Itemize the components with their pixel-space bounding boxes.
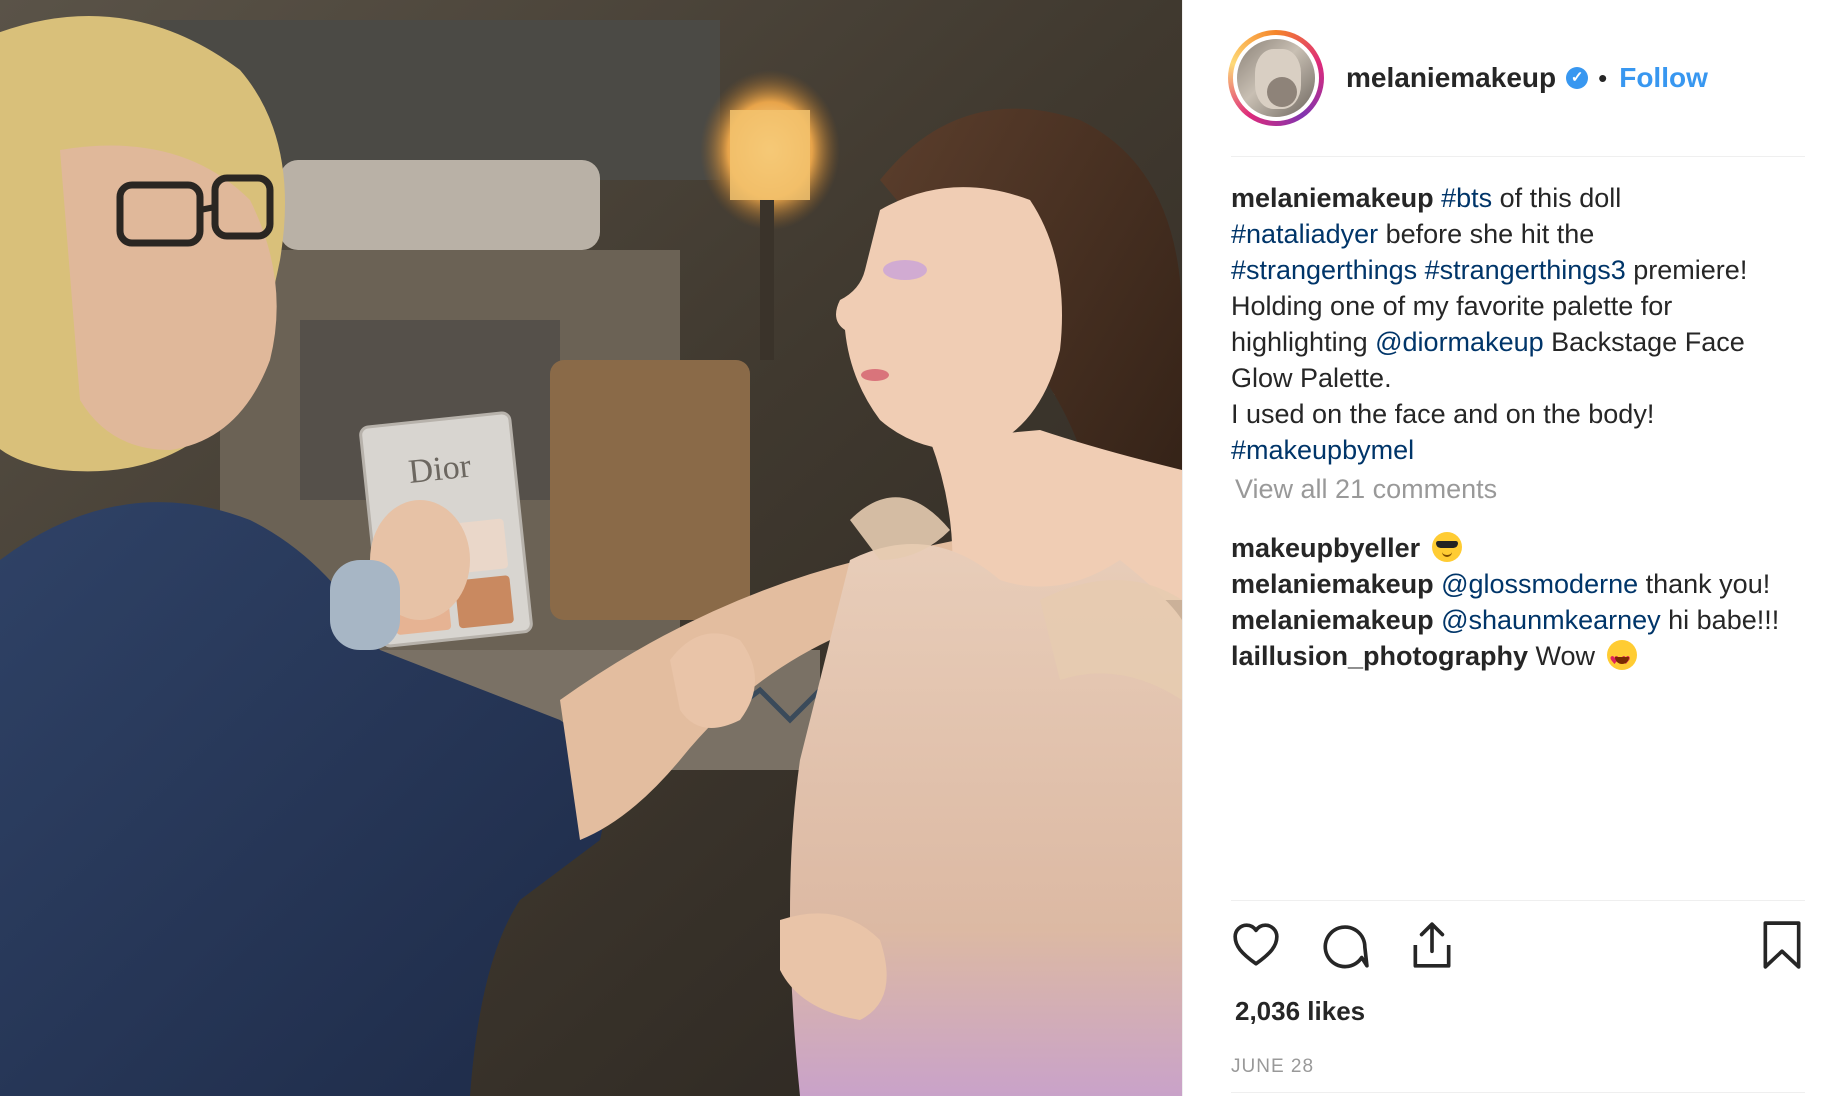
separator-dot: • (1598, 62, 1608, 93)
avatar-shape (1267, 77, 1297, 107)
caption-text: of this doll (1492, 183, 1622, 213)
comment-username-link[interactable]: makeupbyeller (1231, 533, 1420, 563)
heart-eyes-emoji-icon (1606, 640, 1637, 679)
post-photo[interactable]: Dior (0, 0, 1182, 1096)
post-side-panel: melaniemakeup ✓ • Follow melaniemakeup #… (1182, 0, 1848, 1096)
comment-text: thank you! (1638, 569, 1771, 599)
avatar-story-ring[interactable] (1228, 30, 1324, 126)
bottom-divider (1231, 1092, 1805, 1093)
header-username-link[interactable]: melaniemakeup (1346, 62, 1556, 94)
palette-brand-text: Dior (407, 448, 474, 491)
caption-tag-link[interactable]: #strangerthings3 (1425, 255, 1626, 285)
sunglasses-emoji-icon (1431, 532, 1462, 562)
post-date[interactable]: JUNE 28 (1231, 1056, 1314, 1078)
caption-text: I used on the face and on the body! (1231, 399, 1655, 429)
comment-username-link[interactable]: melaniemakeup (1231, 569, 1434, 599)
comments-list: makeupbyeller melaniemakeup @glossmodern… (1231, 530, 1811, 679)
follow-button[interactable]: Follow (1619, 62, 1708, 94)
comment-username-link[interactable]: melaniemakeup (1231, 605, 1434, 635)
caption-tag-link[interactable]: #bts (1441, 183, 1492, 213)
caption-text: premiere! (1625, 255, 1748, 285)
view-all-comments-link[interactable]: View all 21 comments (1235, 474, 1497, 505)
likes-count[interactable]: 2,036 likes (1235, 996, 1365, 1027)
comment: makeupbyeller (1231, 530, 1811, 566)
caption: melaniemakeup #bts of this doll #natalia… (1231, 180, 1811, 468)
instagram-post: Dior melaniemakeup ✓ • Follow melaniemak… (0, 0, 1848, 1096)
post-header: melaniemakeup ✓ • Follow (1228, 28, 1808, 128)
photo-illustration: Dior (0, 0, 1182, 1096)
comment-bubble-icon[interactable] (1319, 920, 1369, 970)
bookmark-icon[interactable] (1757, 920, 1807, 970)
comment-text: Wow (1528, 641, 1596, 671)
comment-mention-link[interactable]: @glossmoderne (1441, 569, 1638, 599)
avatar[interactable] (1233, 35, 1319, 121)
actions-divider (1231, 900, 1805, 901)
caption-text (1417, 255, 1425, 285)
caption-tag-link[interactable]: #makeupbymel (1231, 435, 1414, 465)
heart-icon[interactable] (1231, 920, 1281, 970)
comment-username-link[interactable]: laillusion_photography (1231, 641, 1528, 671)
caption-text: before she hit the (1378, 219, 1595, 249)
caption-tag-link[interactable]: @diormakeup (1375, 327, 1544, 357)
comment-mention-link[interactable]: @shaunmkearney (1441, 605, 1661, 635)
comment: melaniemakeup @glossmoderne thank you! (1231, 566, 1811, 602)
header-divider (1231, 156, 1805, 157)
share-icon[interactable] (1407, 920, 1457, 970)
verified-badge-icon: ✓ (1566, 67, 1589, 89)
caption-tag-link[interactable]: #strangerthings (1231, 255, 1417, 285)
action-bar (1231, 920, 1807, 976)
comment-text: hi babe!!! (1660, 605, 1780, 635)
comment: laillusion_photography Wow (1231, 638, 1811, 679)
caption-tag-link[interactable]: #nataliadyer (1231, 219, 1378, 249)
caption-username-link[interactable]: melaniemakeup (1231, 183, 1434, 213)
comment: melaniemakeup @shaunmkearney hi babe!!! (1231, 602, 1811, 638)
